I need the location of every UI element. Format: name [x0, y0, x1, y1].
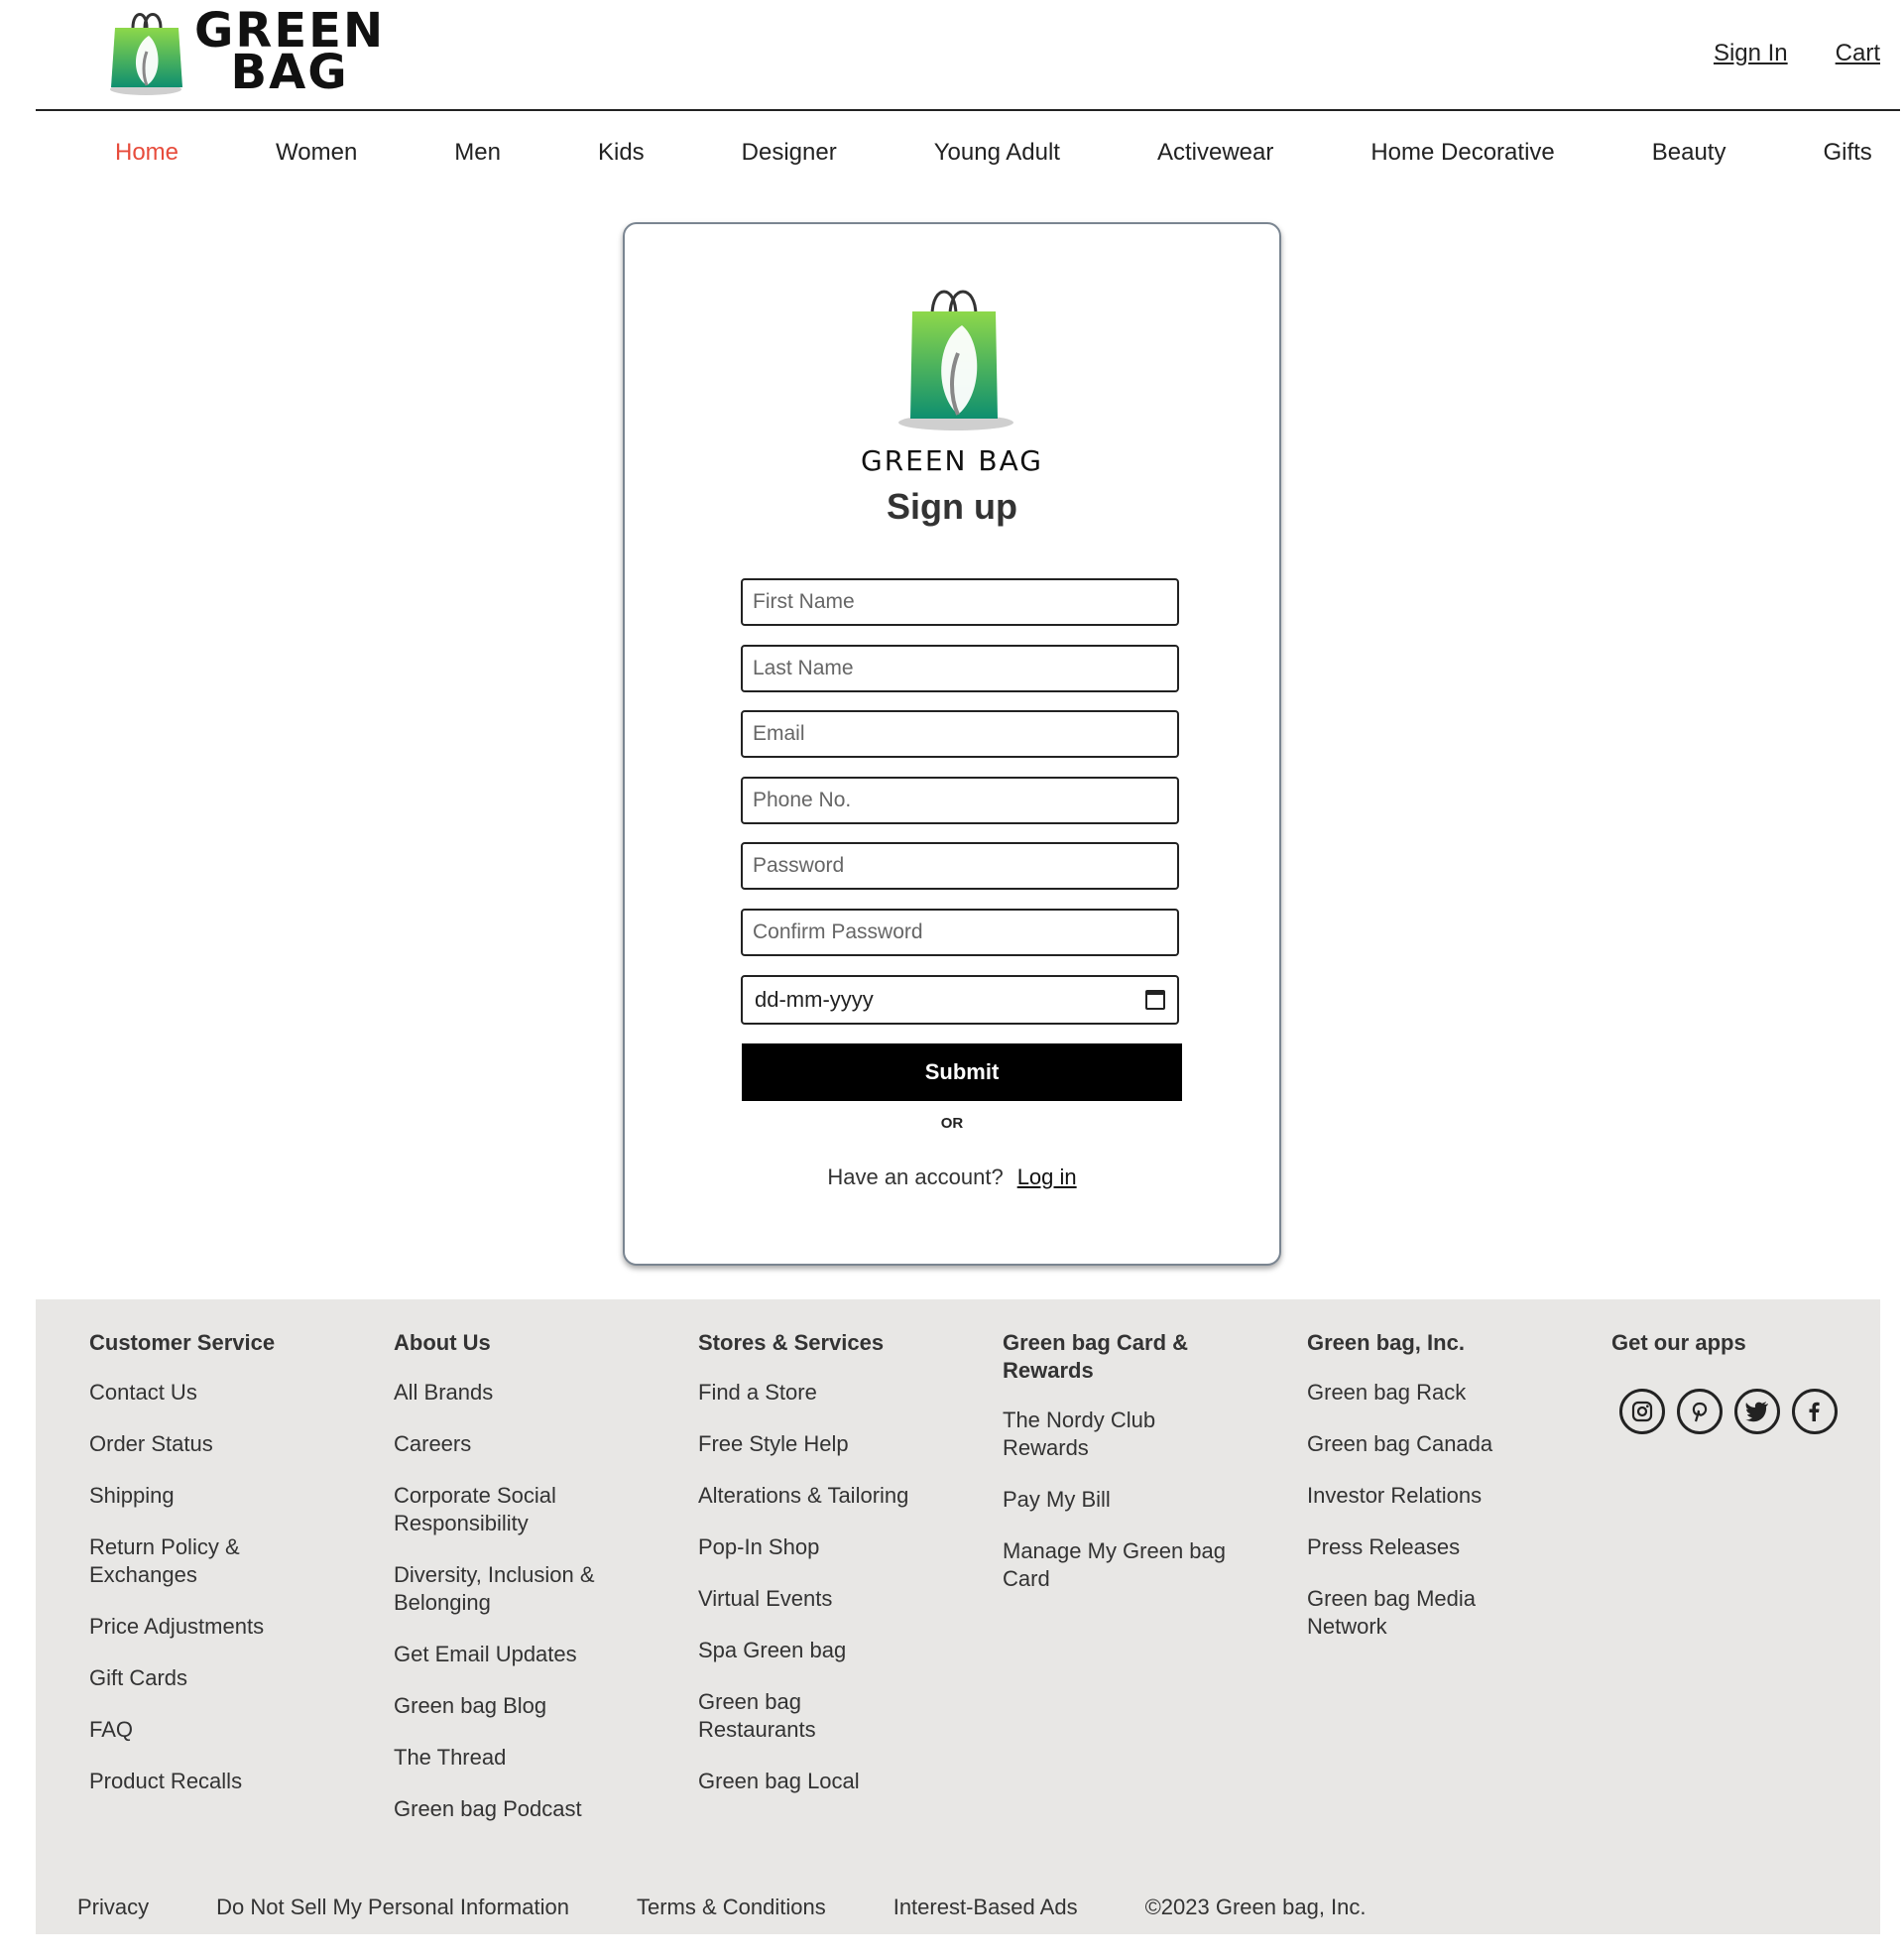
nav-item-men[interactable]: Men [454, 139, 501, 167]
legal-links: Privacy Do Not Sell My Personal Informat… [77, 1895, 1434, 1920]
footer-col-title: Stores & Services [698, 1330, 885, 1355]
confirm-password-field[interactable] [741, 909, 1179, 956]
or-divider: OR [940, 1115, 964, 1132]
nav-item-kids[interactable]: Kids [598, 139, 645, 167]
footer-col-title: Get our apps [1611, 1330, 1746, 1355]
footer-col-stores-services: Stores & Services Find a Store Free Styl… [698, 1329, 926, 1819]
page-title: Sign up [887, 486, 1017, 527]
site-logo-text: GREEN BAG [194, 7, 385, 96]
calendar-icon[interactable] [1145, 990, 1165, 1010]
card-brand-text: GREEN BAG [861, 444, 1043, 477]
footer-link[interactable]: Green bag Local [698, 1768, 926, 1795]
footer-link[interactable]: Diversity, Inclusion & Belonging [394, 1561, 607, 1617]
footer-link[interactable]: Virtual Events [698, 1585, 926, 1613]
last-name-field[interactable] [741, 645, 1179, 692]
footer-link[interactable]: Contact Us [89, 1379, 317, 1407]
cart-link[interactable]: Cart [1836, 40, 1880, 67]
login-prompt: Have an account? Log in [625, 1164, 1279, 1190]
footer-link[interactable]: The Thread [394, 1744, 622, 1772]
email-field[interactable] [741, 710, 1179, 758]
footer-col-customer-service: Customer Service Contact Us Order Status… [89, 1329, 317, 1819]
pinterest-icon[interactable] [1677, 1389, 1723, 1434]
nav-item-beauty[interactable]: Beauty [1652, 139, 1726, 167]
footer-col-title: Customer Service [89, 1330, 276, 1355]
footer-link[interactable]: Price Adjustments [89, 1613, 317, 1641]
footer-link[interactable]: Return Policy & Exchanges [89, 1533, 258, 1589]
footer-link[interactable]: Get Email Updates [394, 1641, 622, 1668]
footer-link[interactable]: Green bag Restaurants [698, 1688, 827, 1744]
copyright-text: ©2023 Green bag, Inc. [1144, 1895, 1367, 1919]
submit-button[interactable]: Submit [742, 1043, 1182, 1101]
nav-item-activewear[interactable]: Activewear [1157, 139, 1273, 167]
interest-ads-link[interactable]: Interest-Based Ads [893, 1895, 1078, 1920]
instagram-glyph [1631, 1401, 1653, 1422]
footer-col-about-us: About Us All Brands Careers Corporate So… [394, 1329, 622, 1847]
footer-col-title: Green bag, Inc. [1307, 1330, 1465, 1355]
footer-link[interactable]: Green bag Blog [394, 1692, 622, 1720]
sign-in-link[interactable]: Sign In [1714, 40, 1788, 67]
footer-col-card-rewards: Green bag Card & Rewards The Nordy Club … [1003, 1329, 1231, 1617]
footer-link[interactable]: Pop-In Shop [698, 1533, 926, 1561]
footer-col-title: Green bag Card & Rewards [1003, 1330, 1189, 1383]
twitter-glyph [1745, 1402, 1768, 1422]
footer-link[interactable]: Green bag Rack [1307, 1379, 1535, 1407]
footer-link[interactable]: Green bag Podcast [394, 1795, 622, 1823]
terms-link[interactable]: Terms & Conditions [637, 1895, 826, 1920]
privacy-link[interactable]: Privacy [77, 1895, 149, 1920]
footer-link[interactable]: Careers [394, 1430, 622, 1458]
footer-link[interactable]: Corporate Social Responsibility [394, 1482, 592, 1537]
date-placeholder: dd-mm-yyyy [755, 987, 874, 1012]
footer-link[interactable]: Green bag Canada [1307, 1430, 1535, 1458]
shopping-bag-logo-icon [898, 290, 1013, 430]
footer-link[interactable]: Investor Relations [1307, 1482, 1535, 1510]
app-links [1619, 1389, 1840, 1434]
facebook-glyph [1809, 1402, 1820, 1421]
nav-item-home[interactable]: Home [115, 139, 178, 167]
facebook-icon[interactable] [1792, 1389, 1838, 1434]
shopping-bag-logo-icon [110, 13, 182, 95]
site-header: GREEN BAG Sign In Cart [36, 0, 1900, 111]
pinterest-glyph [1692, 1402, 1708, 1422]
instagram-icon[interactable] [1619, 1389, 1665, 1434]
footer-link[interactable]: Shipping [89, 1482, 317, 1510]
footer-link[interactable]: Manage My Green bag Card [1003, 1537, 1231, 1593]
first-name-field[interactable] [741, 578, 1179, 626]
site-footer: Customer Service Contact Us Order Status… [36, 1299, 1880, 1934]
login-link[interactable]: Log in [1017, 1164, 1077, 1189]
header-links: Sign In Cart [1714, 40, 1880, 67]
do-not-sell-link[interactable]: Do Not Sell My Personal Information [216, 1895, 569, 1920]
footer-col-green-bag-inc: Green bag, Inc. Green bag Rack Green bag… [1307, 1329, 1535, 1664]
have-account-text: Have an account? [827, 1164, 1004, 1189]
footer-link[interactable]: Alterations & Tailoring [698, 1482, 936, 1510]
footer-link[interactable]: All Brands [394, 1379, 622, 1407]
footer-link[interactable]: Pay My Bill [1003, 1486, 1231, 1514]
footer-link[interactable]: Press Releases [1307, 1533, 1535, 1561]
footer-link[interactable]: Order Status [89, 1430, 317, 1458]
footer-link[interactable]: Gift Cards [89, 1664, 317, 1692]
nav-item-designer[interactable]: Designer [742, 139, 837, 167]
main-nav: Home Women Men Kids Designer Young Adult… [115, 139, 1872, 167]
birthdate-field[interactable]: dd-mm-yyyy [741, 975, 1179, 1025]
nav-item-young-adult[interactable]: Young Adult [934, 139, 1060, 167]
footer-col-apps: Get our apps [1611, 1329, 1840, 1434]
twitter-icon[interactable] [1734, 1389, 1780, 1434]
footer-link[interactable]: Spa Green bag [698, 1637, 926, 1664]
footer-link[interactable]: Green bag Media Network [1307, 1585, 1486, 1641]
footer-col-title: About Us [394, 1330, 491, 1355]
footer-link[interactable]: Free Style Help [698, 1430, 926, 1458]
footer-link[interactable]: Find a Store [698, 1379, 926, 1407]
phone-field[interactable] [741, 777, 1179, 824]
site-logo[interactable]: GREEN BAG [103, 6, 385, 97]
nav-item-home-decorative[interactable]: Home Decorative [1370, 139, 1554, 167]
footer-link[interactable]: The Nordy Club Rewards [1003, 1407, 1181, 1462]
nav-item-women[interactable]: Women [276, 139, 357, 167]
footer-link[interactable]: Product Recalls [89, 1768, 317, 1795]
nav-item-gifts[interactable]: Gifts [1823, 139, 1871, 167]
password-field[interactable] [741, 842, 1179, 890]
signup-card: GREEN BAG Sign up dd-mm-yyyy Submit OR H… [623, 222, 1281, 1266]
footer-link[interactable]: FAQ [89, 1716, 317, 1744]
